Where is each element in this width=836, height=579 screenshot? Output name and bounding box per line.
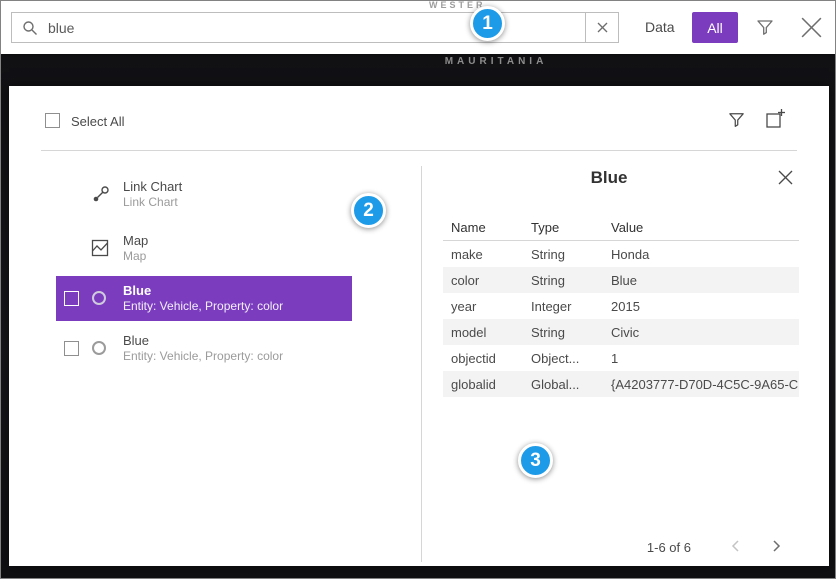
table-row: year Integer 2015: [443, 293, 799, 319]
cell-value: 2015: [603, 299, 799, 314]
result-title: Link Chart: [123, 179, 182, 195]
clear-search-button[interactable]: [585, 13, 618, 42]
cell-value: Blue: [603, 273, 799, 288]
pagination-next-icon[interactable]: [763, 533, 789, 559]
search-icon: [12, 13, 48, 42]
cell-type: String: [523, 273, 603, 288]
cell-name: make: [443, 247, 523, 262]
cell-type: Global...: [523, 377, 603, 392]
result-item-blue[interactable]: Blue Entity: Vehicle, Property: color: [56, 326, 352, 371]
data-scope-label[interactable]: Data: [645, 12, 675, 43]
result-item-map[interactable]: Map Map: [56, 228, 352, 270]
app-window: MAURITANIA WESTER Data All Select All: [0, 0, 836, 579]
cell-type: String: [523, 325, 603, 340]
table-row: objectid Object... 1: [443, 345, 799, 371]
search-results-dialog: Select All Link Chart Link Chart Map M: [9, 86, 829, 566]
cell-type: Integer: [523, 299, 603, 314]
cell-name: globalid: [443, 377, 523, 392]
annotation-callout-1: 1: [470, 6, 505, 41]
cell-name: year: [443, 299, 523, 314]
column-header: Name: [443, 220, 523, 235]
result-subtitle: Entity: Vehicle, Property: color: [123, 299, 283, 314]
annotation-callout-3: 3: [518, 443, 553, 478]
cell-type: String: [523, 247, 603, 262]
header-divider: [41, 150, 797, 151]
result-subtitle: Map: [123, 249, 148, 264]
result-item-blue-selected[interactable]: Blue Entity: Vehicle, Property: color: [56, 276, 352, 321]
all-scope-button[interactable]: All: [692, 12, 738, 43]
table-row: make String Honda: [443, 241, 799, 267]
search-box: [11, 12, 619, 43]
attribute-table: Name Type Value make String Honda color …: [443, 214, 799, 397]
panel-divider: [421, 166, 422, 562]
cell-type: Object...: [523, 351, 603, 366]
pagination-label: 1-6 of 6: [559, 540, 691, 555]
select-all-label: Select All: [71, 114, 124, 129]
select-all-checkbox[interactable]: [45, 113, 60, 128]
cell-value: Honda: [603, 247, 799, 262]
result-subtitle: Link Chart: [123, 195, 182, 210]
close-search-icon[interactable]: [799, 15, 824, 45]
column-header: Value: [603, 220, 799, 235]
map-icon: [91, 239, 109, 262]
column-header: Type: [523, 220, 603, 235]
link-chart-icon: [91, 184, 111, 209]
table-header: Name Type Value: [443, 214, 799, 241]
detail-title: Blue: [421, 168, 797, 188]
entity-circle-icon: [91, 340, 107, 361]
add-to-link-chart-icon[interactable]: [765, 108, 786, 134]
cell-value: Civic: [603, 325, 799, 340]
results-filter-icon[interactable]: [727, 110, 746, 134]
detail-close-icon[interactable]: [778, 170, 793, 190]
cell-name: model: [443, 325, 523, 340]
table-row: color String Blue: [443, 267, 799, 293]
map-label-mauritania: MAURITANIA: [361, 56, 631, 67]
entity-circle-icon: [91, 290, 107, 311]
cell-name: color: [443, 273, 523, 288]
cell-name: objectid: [443, 351, 523, 366]
table-row: globalid Global... {A4203777-D70D-4C5C-9…: [443, 371, 799, 397]
result-title: Blue: [123, 283, 283, 299]
cell-value: 1: [603, 351, 799, 366]
result-title: Blue: [123, 333, 283, 349]
result-item-link-chart[interactable]: Link Chart Link Chart: [56, 174, 352, 216]
result-checkbox[interactable]: [64, 341, 79, 356]
search-bar: Data All: [1, 1, 835, 54]
annotation-callout-2: 2: [351, 193, 386, 228]
result-subtitle: Entity: Vehicle, Property: color: [123, 349, 283, 364]
result-checkbox[interactable]: [64, 291, 79, 306]
search-filter-icon[interactable]: [755, 17, 775, 42]
table-row: model String Civic: [443, 319, 799, 345]
pagination-prev-icon[interactable]: [723, 533, 749, 559]
cell-value: {A4203777-D70D-4C5C-9A65-C...: [603, 377, 799, 392]
result-title: Map: [123, 233, 148, 249]
